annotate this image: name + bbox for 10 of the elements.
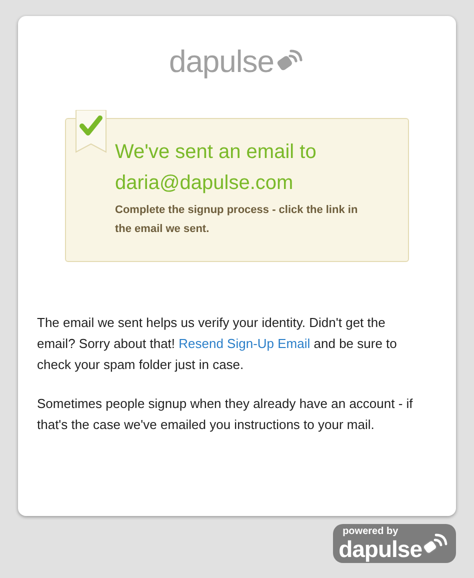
powered-by-logo[interactable]: dapulse — [338, 537, 422, 561]
notice-title: We've sent an email to — [115, 140, 318, 165]
powered-by-caption: powered by — [342, 526, 398, 537]
resend-link[interactable]: Resend Sign-Up Email — [178, 336, 310, 351]
pulse-icon — [422, 533, 448, 557]
info-paragraph: The email we sent helps us verify your identity. Didn't get the email? Sorry about that! Resend Sign-Up Email and be sure to check your spam folder just in case. — [37, 314, 398, 374]
logo-text: dapulse — [168, 44, 274, 80]
info-paragraph: Sometimes people signup when they already have an account - if that's the case we've emailed you instructions to your mail. — [37, 395, 413, 434]
email-address: daria@dapulse.com — [115, 171, 294, 196]
notice-subtitle: Complete the signup process - click the link in the email we sent. — [115, 203, 359, 237]
